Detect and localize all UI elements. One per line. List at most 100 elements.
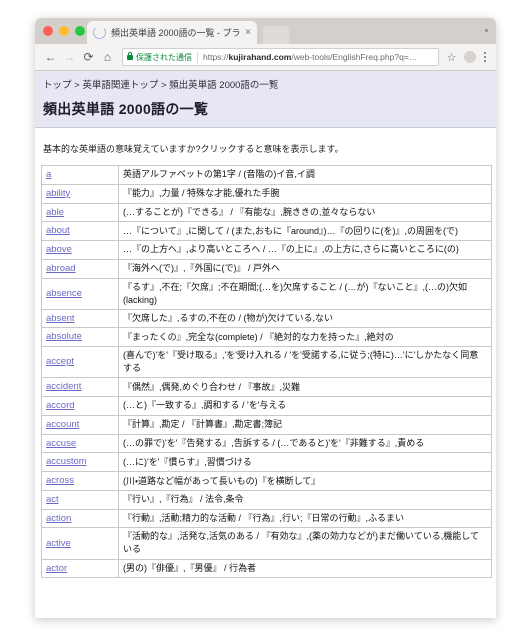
avatar[interactable] <box>463 51 476 63</box>
address-bar[interactable]: 保護された通信 https://kujirahand.com/web-tools… <box>122 48 439 66</box>
meaning-cell: 『欠席した』,るすの,不在の / (物が)欠けている,ない <box>118 308 492 329</box>
word-link[interactable]: accident <box>46 381 81 392</box>
table-row: act 『行い』,『行為』 / 法令,条令 <box>41 489 492 510</box>
word-cell: action <box>41 508 119 529</box>
word-cell: absent <box>41 308 119 329</box>
table-row: about …『について』,に関して / (また,おもに『around』)…『の回… <box>41 221 492 242</box>
word-cell: about <box>41 221 119 242</box>
word-list-body: a 英語アルファベットの第1字 / (音階の)イ音,イ調 ability 『能力』,力… <box>41 165 492 579</box>
word-cell: accord <box>41 396 119 416</box>
word-link[interactable]: active <box>46 538 71 549</box>
window-controls <box>43 26 85 36</box>
tab-strip: 頻出英単語 2000語の一覧 - プラ × <box>35 18 496 44</box>
meaning-cell: (…することが)『できる』 / 『有能な』,腕ききの,並々ならない <box>118 202 492 223</box>
word-cell: a <box>41 165 119 185</box>
back-icon[interactable]: ← <box>41 48 60 67</box>
meaning-cell: 『行動』,活動;精力的な活動 / 『行為』,行い;『日常の行動』,ふるまい <box>118 508 492 529</box>
word-link[interactable]: able <box>46 207 64 218</box>
word-cell: above <box>41 240 119 260</box>
word-link[interactable]: across <box>46 475 74 486</box>
loading-spinner-icon <box>93 26 106 39</box>
browser-tab-active[interactable]: 頻出英単語 2000語の一覧 - プラ × <box>87 21 257 44</box>
table-row: absolute 『まったくの』,完全な(complete) / 『絶対的な力を持… <box>41 327 492 348</box>
url-text: https://kujirahand.com/web-tools/English… <box>203 52 417 62</box>
word-link[interactable]: about <box>46 225 70 236</box>
word-cell: accident <box>41 377 119 398</box>
secure-label: 保護された通信 <box>136 52 192 62</box>
meaning-cell: (…と)『一致する』,調和する / 'を'与える <box>118 396 492 416</box>
table-row: accident 『偶然』,偶発,めぐり合わせ / 『事故』,災難 <box>41 377 492 398</box>
meaning-cell: (川・道路など幅があって長いもの)『を横断して』 <box>118 471 492 491</box>
word-link[interactable]: ability <box>46 188 70 199</box>
word-link[interactable]: action <box>46 513 71 524</box>
meaning-cell: 英語アルファベットの第1字 / (音階の)イ音,イ調 <box>118 165 492 185</box>
word-cell: ability <box>41 183 119 204</box>
meaning-cell: 『計算』,勘定 / 『計算書』,勘定書;簿記 <box>118 414 492 435</box>
meaning-cell: …『について』,に関して / (また,おもに『around』)…『の回りに(を)… <box>118 221 492 242</box>
minimize-window-button[interactable] <box>59 26 69 36</box>
word-link[interactable]: accuse <box>46 438 76 449</box>
word-cell: active <box>41 527 119 560</box>
table-row: a 英語アルファベットの第1字 / (音階の)イ音,イ調 <box>41 165 492 185</box>
word-link[interactable]: account <box>46 419 79 430</box>
word-link[interactable]: above <box>46 244 72 255</box>
new-tab-button[interactable] <box>263 26 289 44</box>
bookmark-star-icon[interactable]: ☆ <box>444 51 460 64</box>
tab-title: 頻出英単語 2000語の一覧 - プラ <box>111 28 241 38</box>
meaning-cell: (…の罪で)'を'『告発する』,告訴する / (…であると)'を'『非難する』,… <box>118 433 492 454</box>
word-cell: account <box>41 414 119 435</box>
overflow-menu-icon[interactable] <box>480 51 491 63</box>
table-row: accept (喜んで)'を'『受け取る』,'を'受け入れる / 'を'受諾する,… <box>41 346 492 379</box>
breadcrumb[interactable]: トップ > 英単語関連トップ > 頻出英単語 2000語の一覧 <box>43 77 488 91</box>
word-link[interactable]: a <box>46 169 51 180</box>
url-prefix: https:// <box>203 52 229 62</box>
word-cell: accustom <box>41 452 119 473</box>
word-link[interactable]: accept <box>46 356 74 367</box>
url-path: /web-tools/EnglishFreq.php?q=… <box>291 52 418 62</box>
meaning-cell: 『偶然』,偶発,めぐり合わせ / 『事故』,災難 <box>118 377 492 398</box>
page-title: 頻出英単語 2000語の一覧 <box>43 101 209 117</box>
close-icon[interactable]: × <box>243 27 253 38</box>
close-window-button[interactable] <box>43 26 53 36</box>
table-row: absence 『るす』,不在;『欠席』;不在期間;(…を)欠席すること / (…… <box>41 277 492 310</box>
word-cell: across <box>41 471 119 491</box>
word-link[interactable]: absent <box>46 313 75 324</box>
word-link[interactable]: act <box>46 494 59 505</box>
word-cell: absence <box>41 277 119 310</box>
url-domain: kujirahand.com <box>228 52 292 62</box>
word-link[interactable]: accord <box>46 400 75 411</box>
maximize-window-button[interactable] <box>75 26 85 36</box>
table-row: accustom (…に)'を'『慣らす』,習慣づける <box>41 452 492 473</box>
word-cell: abroad <box>41 258 119 279</box>
home-icon[interactable]: ⌂ <box>98 48 117 67</box>
word-link[interactable]: abroad <box>46 263 76 274</box>
word-cell: able <box>41 202 119 223</box>
meaning-cell: 『活動的な』,活発な,活気のある / 『有効な』,(薬の効力などが)まだ働いてい… <box>118 527 492 560</box>
word-link[interactable]: actor <box>46 563 67 574</box>
table-row: actor (男の)『俳優』,『男優』 / 行為者 <box>41 558 492 579</box>
meaning-cell: 『行い』,『行為』 / 法令,条令 <box>118 489 492 510</box>
meaning-cell: 『るす』,不在;『欠席』;不在期間;(…を)欠席すること / (…が)『ないこと… <box>118 277 492 310</box>
word-link[interactable]: absolute <box>46 331 82 342</box>
meaning-cell: (…に)'を'『慣らす』,習慣づける <box>118 452 492 473</box>
table-row: absent 『欠席した』,るすの,不在の / (物が)欠けている,ない <box>41 308 492 329</box>
table-row: action 『行動』,活動;精力的な活動 / 『行為』,行い;『日常の行動』,ふ… <box>41 508 492 529</box>
page-header: トップ > 英単語関連トップ > 頻出英単語 2000語の一覧 頻出英単語 20… <box>35 71 496 128</box>
security-badge[interactable]: 保護された通信 <box>127 51 198 63</box>
word-cell: accuse <box>41 433 119 454</box>
word-cell: act <box>41 489 119 510</box>
meaning-cell: 『海外へ(で)』,『外国に(で)』 / 戸外へ <box>118 258 492 279</box>
word-link[interactable]: absence <box>46 288 82 299</box>
meaning-cell: (男の)『俳優』,『男優』 / 行為者 <box>118 558 492 579</box>
table-row: above …『の上方へ』,より高いところへ / …『の上に』,の上方に,さらに高… <box>41 240 492 260</box>
word-cell: absolute <box>41 327 119 348</box>
meaning-cell: 『まったくの』,完全な(complete) / 『絶対的な力を持った』,絶対の <box>118 327 492 348</box>
table-row: accord (…と)『一致する』,調和する / 'を'与える <box>41 396 492 416</box>
intro-text: 基本的な英単語の意味覚えていますか?クリックすると意味を表示します。 <box>43 144 344 154</box>
reload-icon[interactable]: ⟳ <box>79 48 98 67</box>
table-row: accuse (…の罪で)'を'『告発する』,告訴する / (…であると)'を'『… <box>41 433 492 454</box>
table-row: active 『活動的な』,活発な,活気のある / 『有効な』,(薬の効力などが)… <box>41 527 492 560</box>
meaning-cell: …『の上方へ』,より高いところへ / …『の上に』,の上方に,さらに高いところに… <box>118 240 492 260</box>
word-link[interactable]: accustom <box>46 456 87 467</box>
word-list-table: a 英語アルファベットの第1字 / (音階の)イ音,イ調 ability 『能力』,力… <box>41 165 492 579</box>
